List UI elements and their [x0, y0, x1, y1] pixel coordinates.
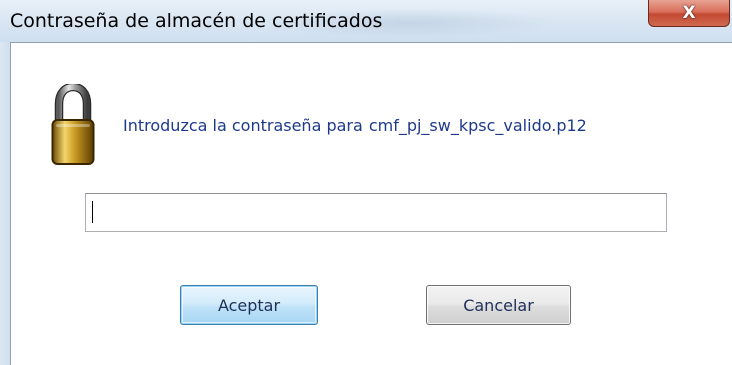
title-bar[interactable]: Contraseña de almacén de certificados X [0, 0, 732, 42]
cancel-button-label: Cancelar [463, 295, 534, 315]
close-icon: X [682, 2, 696, 23]
accept-button-label: Aceptar [217, 295, 281, 315]
padlock-icon [51, 84, 95, 165]
window-title: Contraseña de almacén de certificados [10, 10, 383, 32]
text-cursor [92, 201, 93, 223]
password-prompt-label: Introduzca la contraseña para cmf_pj_sw_k… [123, 116, 587, 135]
password-input[interactable] [85, 193, 667, 232]
certificate-filename: cmf_pj_sw_kpsc_valido.p12 [368, 116, 587, 135]
accept-button[interactable]: Aceptar [180, 285, 318, 325]
password-dialog: Contraseña de almacén de certificados X [0, 0, 732, 365]
window-frame-left [0, 42, 10, 365]
cancel-button[interactable]: Cancelar [426, 285, 571, 325]
prompt-text: Introduzca la contraseña para [123, 116, 363, 135]
close-button[interactable]: X [648, 0, 730, 27]
